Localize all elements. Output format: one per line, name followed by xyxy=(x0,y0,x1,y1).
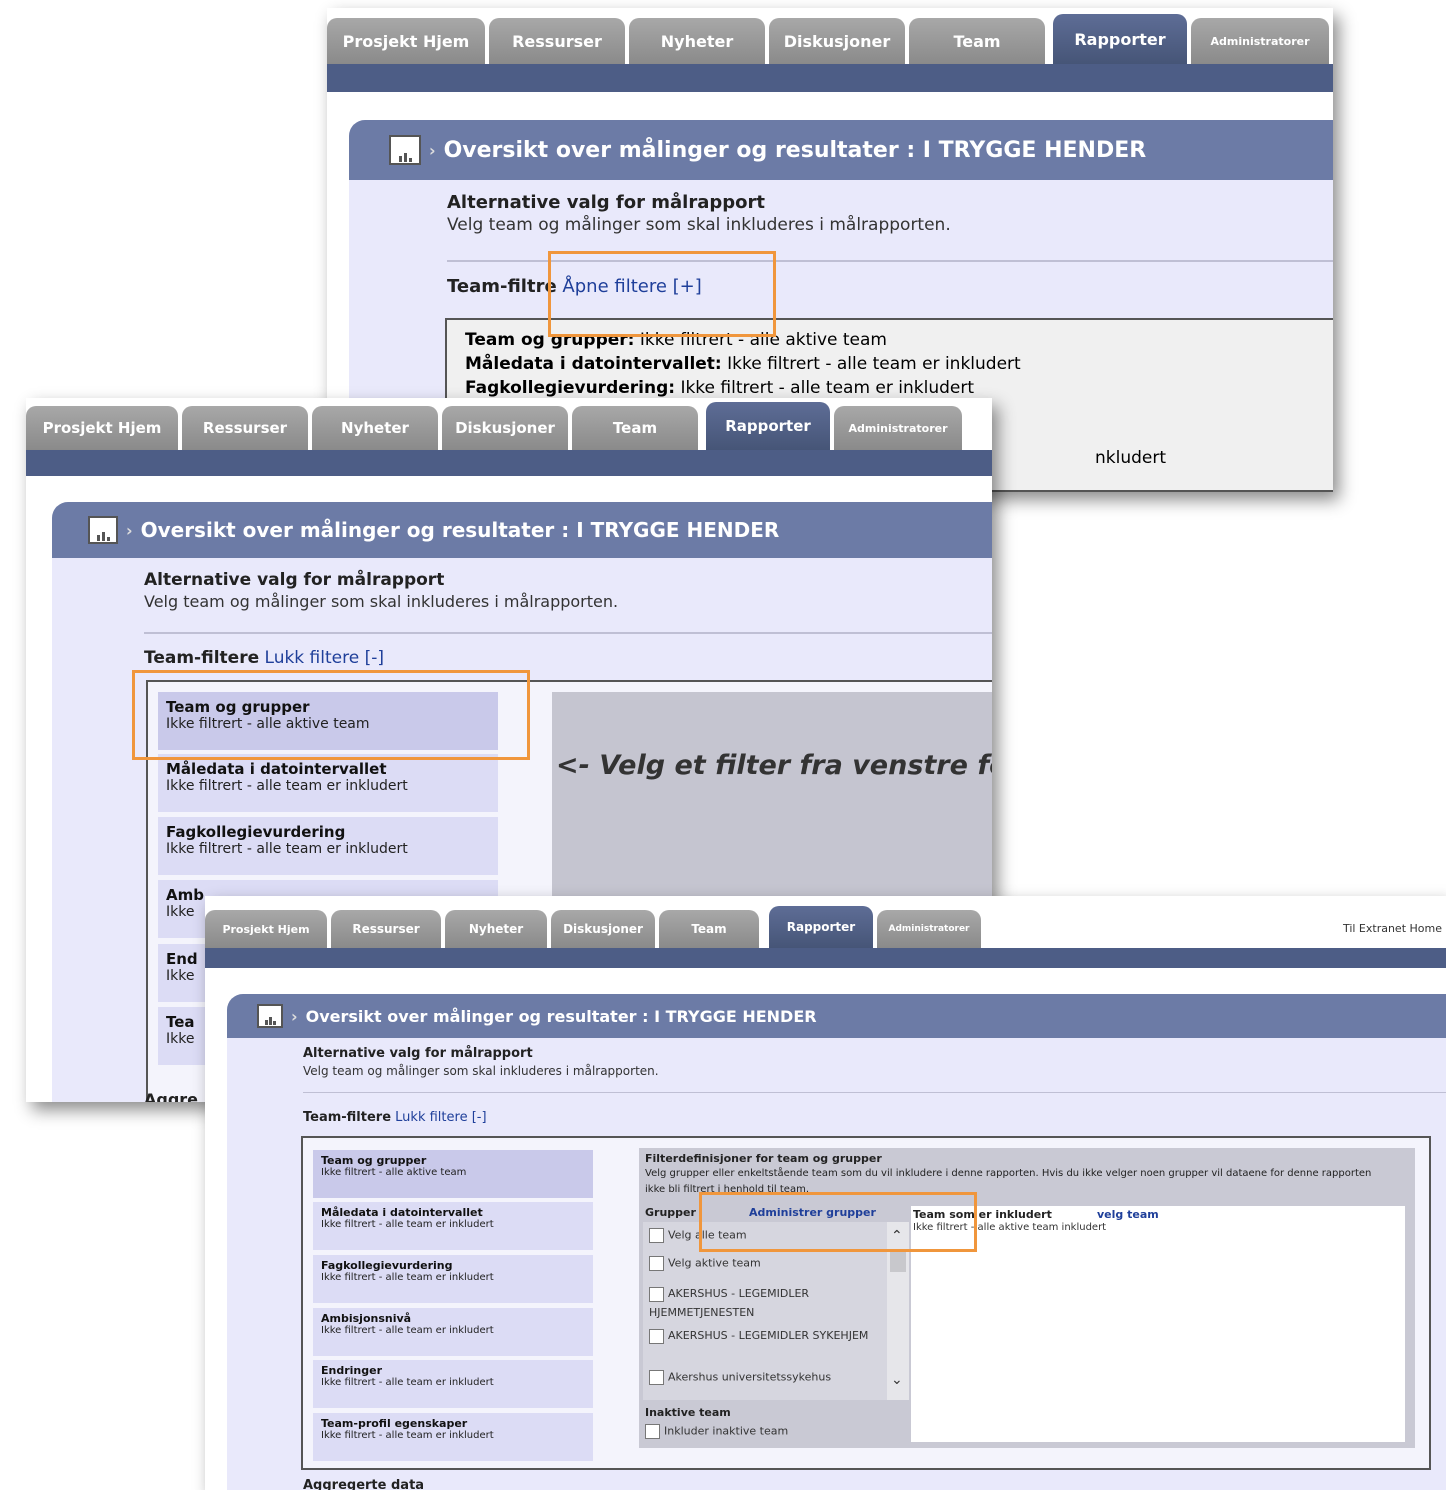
filter-item-fagkollegievurdering[interactable]: Fagkollegievurdering Ikke filtrert - alle… xyxy=(158,817,498,875)
included-teams-box: Team som er inkludert velg team Ikke fil… xyxy=(911,1206,1405,1442)
tab-prosjekt-hjem[interactable]: Prosjekt Hjem xyxy=(205,910,327,948)
page-title: Oversikt over målinger og resultater : I… xyxy=(443,137,1147,163)
team-filter-label: Team-filtere xyxy=(303,1110,392,1125)
checkbox-row[interactable]: Akershus universitetssykehus xyxy=(649,1370,831,1385)
summary-row: Måledata i datointervallet: Ikke filtrer… xyxy=(465,354,1021,374)
checkbox-row[interactable]: AKERSHUS - LEGEMIDLER HJEMMETJENESTEN xyxy=(649,1284,879,1322)
scrollbar-thumb[interactable] xyxy=(890,1252,906,1272)
tab-diskusjoner[interactable]: Diskusjoner xyxy=(551,910,655,948)
checkbox[interactable] xyxy=(645,1424,660,1439)
tab-administratorer[interactable]: Administratorer xyxy=(877,910,981,948)
filter-item-fagkollegievurdering[interactable]: Fagkollegievurdering Ikke filtrert - alle… xyxy=(313,1255,593,1303)
groups-label: Grupper xyxy=(645,1206,696,1219)
tab-diskusjoner[interactable]: Diskusjoner xyxy=(769,18,905,64)
inactive-teams-label: Inaktive team xyxy=(645,1406,731,1419)
team-filter-label: Team-filt xyxy=(447,276,536,297)
nav-band xyxy=(205,948,1446,968)
tab-administratorer[interactable]: Administratorer xyxy=(834,406,962,450)
section-subtitle: Velg team og målinger som skal inkludere… xyxy=(447,215,951,235)
extranet-home-link[interactable]: Til Extranet Home xyxy=(1343,922,1442,935)
checkbox[interactable] xyxy=(649,1370,664,1385)
chevron-down-icon[interactable]: ⌄ xyxy=(891,1372,903,1388)
checkbox-row[interactable]: AKERSHUS - LEGEMIDLER SYKEHJEM xyxy=(649,1326,879,1345)
tab-rapporter[interactable]: Rapporter xyxy=(769,906,873,948)
filter-item-endringer[interactable]: Endringer Ikke filtrert - alle team er in… xyxy=(313,1360,593,1408)
tab-team[interactable]: Team xyxy=(572,406,698,450)
tab-rapporter[interactable]: Rapporter xyxy=(1053,14,1187,64)
summary-tail: nkludert xyxy=(1095,448,1167,468)
panel-header: › Oversikt over målinger og resultater :… xyxy=(52,502,992,558)
section-subtitle: Velg team og målinger som skal inkludere… xyxy=(303,1064,659,1078)
tab-bar: Prosjekt Hjem Ressurser Nyheter Diskusjo… xyxy=(26,398,992,450)
checkbox-row[interactable]: Velg aktive team xyxy=(649,1256,761,1271)
section-title: Alternative valg for målrapport xyxy=(144,570,445,590)
tab-ressurser[interactable]: Ressurser xyxy=(489,18,625,64)
highlight-team-og-grupper xyxy=(132,670,530,760)
report-icon xyxy=(82,510,118,544)
tab-diskusjoner[interactable]: Diskusjoner xyxy=(442,406,568,450)
panel-header: › Oversikt over målinger og resultater :… xyxy=(227,994,1446,1038)
nav-band xyxy=(327,64,1333,92)
tab-prosjekt-hjem[interactable]: Prosjekt Hjem xyxy=(327,18,485,64)
summary-row: Fagkollegievurdering: Ikke filtrert - al… xyxy=(465,378,975,398)
tab-ressurser[interactable]: Ressurser xyxy=(182,406,308,450)
divider xyxy=(144,632,992,634)
team-filter-label: Team-filtere xyxy=(144,648,260,668)
tab-nyheter[interactable]: Nyheter xyxy=(312,406,438,450)
tab-rapporter[interactable]: Rapporter xyxy=(706,402,830,450)
team-filter-row: Team-filtere Lukk filtere [-] xyxy=(144,648,384,668)
nav-band xyxy=(26,450,992,476)
screenshot-team-filter-definitions: Prosjekt Hjem Ressurser Nyheter Diskusjo… xyxy=(205,896,1446,1490)
select-filter-prompt: <- Velg et filter fra venstre fo xyxy=(556,750,992,781)
filter-item-maledata[interactable]: Måledata i datointervallet Ikke filtrert … xyxy=(313,1202,593,1250)
tab-team[interactable]: Team xyxy=(909,18,1045,64)
definition-title: Filterdefinisjoner for team og grupper xyxy=(645,1152,882,1165)
aggregated-data-label: Aggregerte data xyxy=(303,1478,425,1490)
tab-nyheter[interactable]: Nyheter xyxy=(445,910,547,948)
chevron-right-icon: › xyxy=(429,140,436,160)
tab-nyheter[interactable]: Nyheter xyxy=(629,18,765,64)
section-title: Alternative valg for målrapport xyxy=(303,1046,533,1061)
tab-prosjekt-hjem[interactable]: Prosjekt Hjem xyxy=(26,406,178,450)
inactive-checkbox-row[interactable]: Inkluder inaktive team xyxy=(645,1424,788,1439)
filter-box: Team og grupper Ikke filtrert - alle akti… xyxy=(301,1136,1431,1470)
highlight-manage-groups xyxy=(699,1192,977,1252)
checkbox[interactable] xyxy=(649,1256,664,1271)
team-filter-row: Team-filtere Lukk filtere [-] xyxy=(303,1110,487,1125)
tab-team[interactable]: Team xyxy=(659,910,759,948)
filter-item-ambisjonsniva[interactable]: Ambisjonsnivå Ikke filtrert - alle team e… xyxy=(313,1308,593,1356)
divider xyxy=(303,1092,1446,1093)
page-title: Oversikt over målinger og resultater : I… xyxy=(140,518,780,542)
tab-bar: Prosjekt Hjem Ressurser Nyheter Diskusjo… xyxy=(205,896,1446,948)
chevron-right-icon: › xyxy=(291,1006,298,1026)
chevron-right-icon: › xyxy=(126,520,133,540)
filter-item-team-profil[interactable]: Team-profil egenskaper Ikke filtrert - al… xyxy=(313,1413,593,1461)
section-title: Alternative valg for målrapport xyxy=(447,192,765,213)
tab-bar: Prosjekt Hjem Ressurser Nyheter Diskusjo… xyxy=(327,8,1333,64)
close-filters-link[interactable]: Lukk filtere [-] xyxy=(395,1110,486,1125)
select-team-link[interactable]: velg team xyxy=(1097,1208,1159,1221)
report-icon xyxy=(383,129,421,165)
close-filters-link[interactable]: Lukk filtere [-] xyxy=(265,648,384,668)
checkbox[interactable] xyxy=(649,1286,664,1302)
filter-item-maledata[interactable]: Måledata i datointervallet Ikke filtrert … xyxy=(158,754,498,812)
tab-administratorer[interactable]: Administratorer xyxy=(1191,18,1329,64)
highlight-open-filters xyxy=(548,251,776,337)
checkbox[interactable] xyxy=(649,1228,664,1243)
report-icon xyxy=(251,998,283,1028)
aggregated-data-label: Aggre xyxy=(144,1090,199,1102)
page-title: Oversikt over målinger og resultater : I… xyxy=(305,1006,817,1026)
filter-item-team-og-grupper[interactable]: Team og grupper Ikke filtrert - alle akti… xyxy=(313,1150,593,1198)
tab-ressurser[interactable]: Ressurser xyxy=(331,910,441,948)
section-subtitle: Velg team og målinger som skal inkludere… xyxy=(144,592,619,611)
checkbox[interactable] xyxy=(649,1328,664,1344)
panel-header: › Oversikt over målinger og resultater :… xyxy=(349,120,1333,180)
